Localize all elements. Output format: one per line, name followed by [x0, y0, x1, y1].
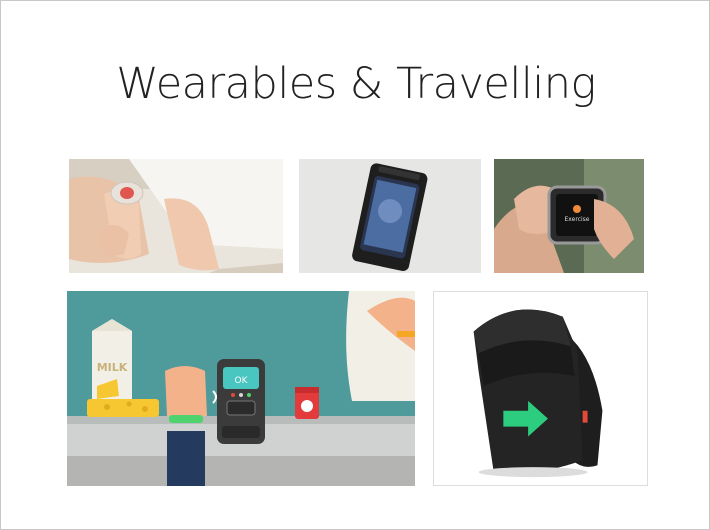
terminal-screen-text: OK — [235, 376, 249, 386]
svg-text:Exercise: Exercise — [565, 216, 590, 223]
slide-title: Wearables & Travelling — [116, 59, 596, 109]
backpack-photo — [433, 291, 648, 486]
payment-illustration: MILK OK — [67, 291, 415, 486]
slide: Wearables & Travelling Exercise MILK OK — [0, 0, 710, 530]
baby-foot-sensor-photo — [69, 159, 283, 273]
smartwatch-photo: Exercise — [494, 159, 644, 273]
phone-pouch-photo — [299, 159, 481, 273]
milk-label: MILK — [97, 361, 128, 374]
